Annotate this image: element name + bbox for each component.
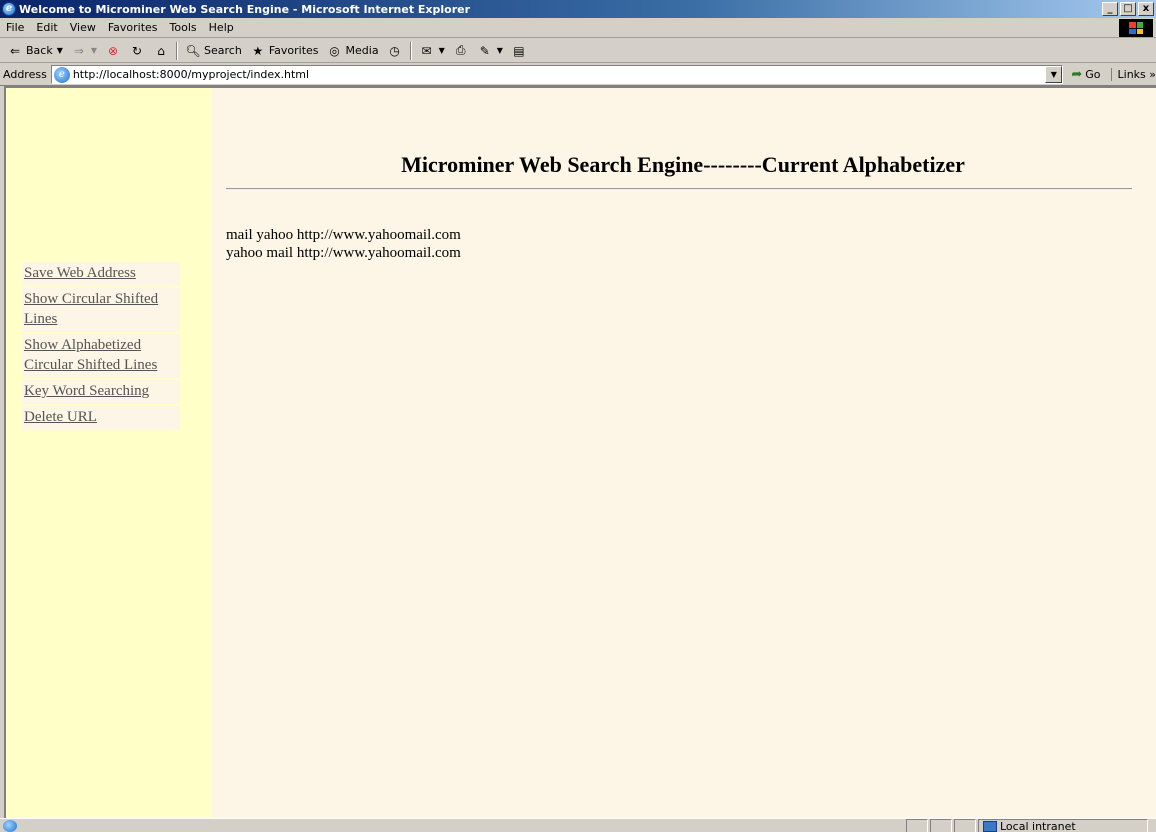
menu-help[interactable]: Help (203, 21, 240, 34)
stop-button[interactable]: ⊗ (101, 41, 125, 61)
address-label: Address (3, 68, 47, 81)
go-button[interactable]: ➦ Go (1071, 67, 1100, 82)
toolbar: ⇐ Back ▼ ⇒ ▼ ⊗ ↻ ⌂ 🔍︎ Search ★ Favorites… (0, 39, 1156, 63)
chevron-down-icon[interactable]: ▼ (91, 46, 97, 55)
key-word-searching-link[interactable]: Key Word Searching (22, 380, 180, 404)
search-label: Search (204, 44, 242, 57)
home-icon: ⌂ (157, 43, 165, 58)
toolbar-separator (176, 41, 179, 60)
intranet-icon (983, 820, 997, 832)
go-arrow-icon: ➦ (1071, 67, 1083, 82)
status-panel (954, 819, 976, 832)
ie-logo-icon: e (2, 2, 16, 16)
chevron-down-icon[interactable]: ▼ (497, 46, 503, 55)
menu-view[interactable]: View (64, 21, 102, 34)
favorites-button[interactable]: ★ Favorites (246, 41, 323, 61)
forward-arrow-icon: ⇒ (73, 43, 84, 58)
status-panel (906, 819, 928, 832)
windows-logo-icon (1119, 19, 1153, 37)
address-field[interactable]: e ▼ (50, 65, 1064, 84)
menu-tools[interactable]: Tools (164, 21, 203, 34)
status-panel (930, 819, 952, 832)
zone-label: Local intranet (1000, 819, 1076, 832)
mail-icon: ✉ (421, 43, 432, 58)
show-alphabetized-circular-shifted-lines-link[interactable]: Show Alphabetized Circular Shifted Lines (22, 334, 180, 378)
heading-divider (226, 188, 1132, 190)
print-icon: ⎙ (455, 43, 466, 57)
discuss-icon: ▤ (513, 43, 525, 58)
edit-button[interactable]: ✎ ▼ (473, 41, 507, 61)
media-label: Media (345, 44, 379, 57)
media-button[interactable]: ◎ Media (323, 41, 383, 61)
toolbar-separator (409, 41, 412, 60)
address-bar: Address e ▼ ➦ Go Links » (0, 64, 1156, 86)
security-zone[interactable]: Local intranet (978, 819, 1148, 832)
stop-icon: ⊗ (108, 43, 119, 58)
back-arrow-icon: ⇐ (9, 43, 21, 58)
delete-url-link[interactable]: Delete URL (22, 406, 180, 430)
sidebar-nav: Save Web Address Show Circular Shifted L… (22, 262, 180, 432)
menu-edit[interactable]: Edit (30, 21, 63, 34)
window-title: Welcome to Microminer Web Search Engine … (19, 2, 471, 16)
close-button[interactable]: x (1138, 2, 1154, 16)
status-panels: Local intranet (906, 819, 1148, 832)
home-button[interactable]: ⌂ (149, 41, 173, 61)
favorites-icon: ★ (252, 43, 264, 58)
page-icon: e (53, 66, 70, 83)
search-icon: 🔍︎ (185, 43, 201, 58)
minimize-button[interactable]: _ (1102, 2, 1118, 16)
window-title-bar[interactable]: e Welcome to Microminer Web Search Engin… (0, 0, 1156, 18)
maximize-button[interactable]: □ (1120, 2, 1136, 16)
search-button[interactable]: 🔍︎ Search (181, 41, 246, 61)
list-item: mail yahoo http://www.yahoomail.com (226, 227, 461, 243)
print-button[interactable]: ⎙ (449, 41, 473, 61)
back-label: Back (26, 44, 53, 57)
discuss-button[interactable]: ▤ (507, 41, 531, 61)
window-controls: _ □ x (1102, 2, 1154, 16)
chevron-down-icon[interactable]: ▼ (439, 46, 445, 55)
favorites-label: Favorites (268, 44, 319, 57)
edit-icon: ✎ (479, 43, 490, 58)
menu-bar: File Edit View Favorites Tools Help (0, 18, 1156, 38)
chevron-down-icon[interactable]: ▼ (57, 46, 63, 55)
status-bar: Local intranet (0, 818, 1156, 832)
save-web-address-link[interactable]: Save Web Address (22, 262, 180, 286)
history-icon: ◷ (389, 43, 400, 58)
show-circular-shifted-lines-link[interactable]: Show Circular Shifted Lines (22, 288, 180, 332)
refresh-icon: ↻ (132, 43, 143, 58)
page-content: Save Web Address Show Circular Shifted L… (4, 86, 1156, 818)
sidebar: Save Web Address Show Circular Shifted L… (6, 88, 212, 818)
address-dropdown-icon[interactable]: ▼ (1045, 66, 1063, 83)
page-status-icon (3, 819, 17, 832)
results-list: mail yahoo http://www.yahoomail.com yaho… (226, 226, 1132, 262)
forward-button[interactable]: ⇒ ▼ (67, 41, 101, 61)
go-label: Go (1085, 68, 1101, 81)
media-icon: ◎ (329, 43, 340, 58)
mail-button[interactable]: ✉ ▼ (415, 41, 449, 61)
main-panel: Microminer Web Search Engine--------Curr… (226, 88, 1132, 262)
links-button[interactable]: Links » (1110, 68, 1156, 81)
history-button[interactable]: ◷ (383, 41, 407, 61)
menu-file[interactable]: File (0, 21, 30, 34)
address-input[interactable] (72, 68, 1033, 81)
list-item: yahoo mail http://www.yahoomail.com (226, 245, 461, 261)
page-title: Microminer Web Search Engine--------Curr… (401, 152, 965, 177)
back-button[interactable]: ⇐ Back ▼ (3, 41, 67, 61)
refresh-button[interactable]: ↻ (125, 41, 149, 61)
menu-favorites[interactable]: Favorites (102, 21, 164, 34)
